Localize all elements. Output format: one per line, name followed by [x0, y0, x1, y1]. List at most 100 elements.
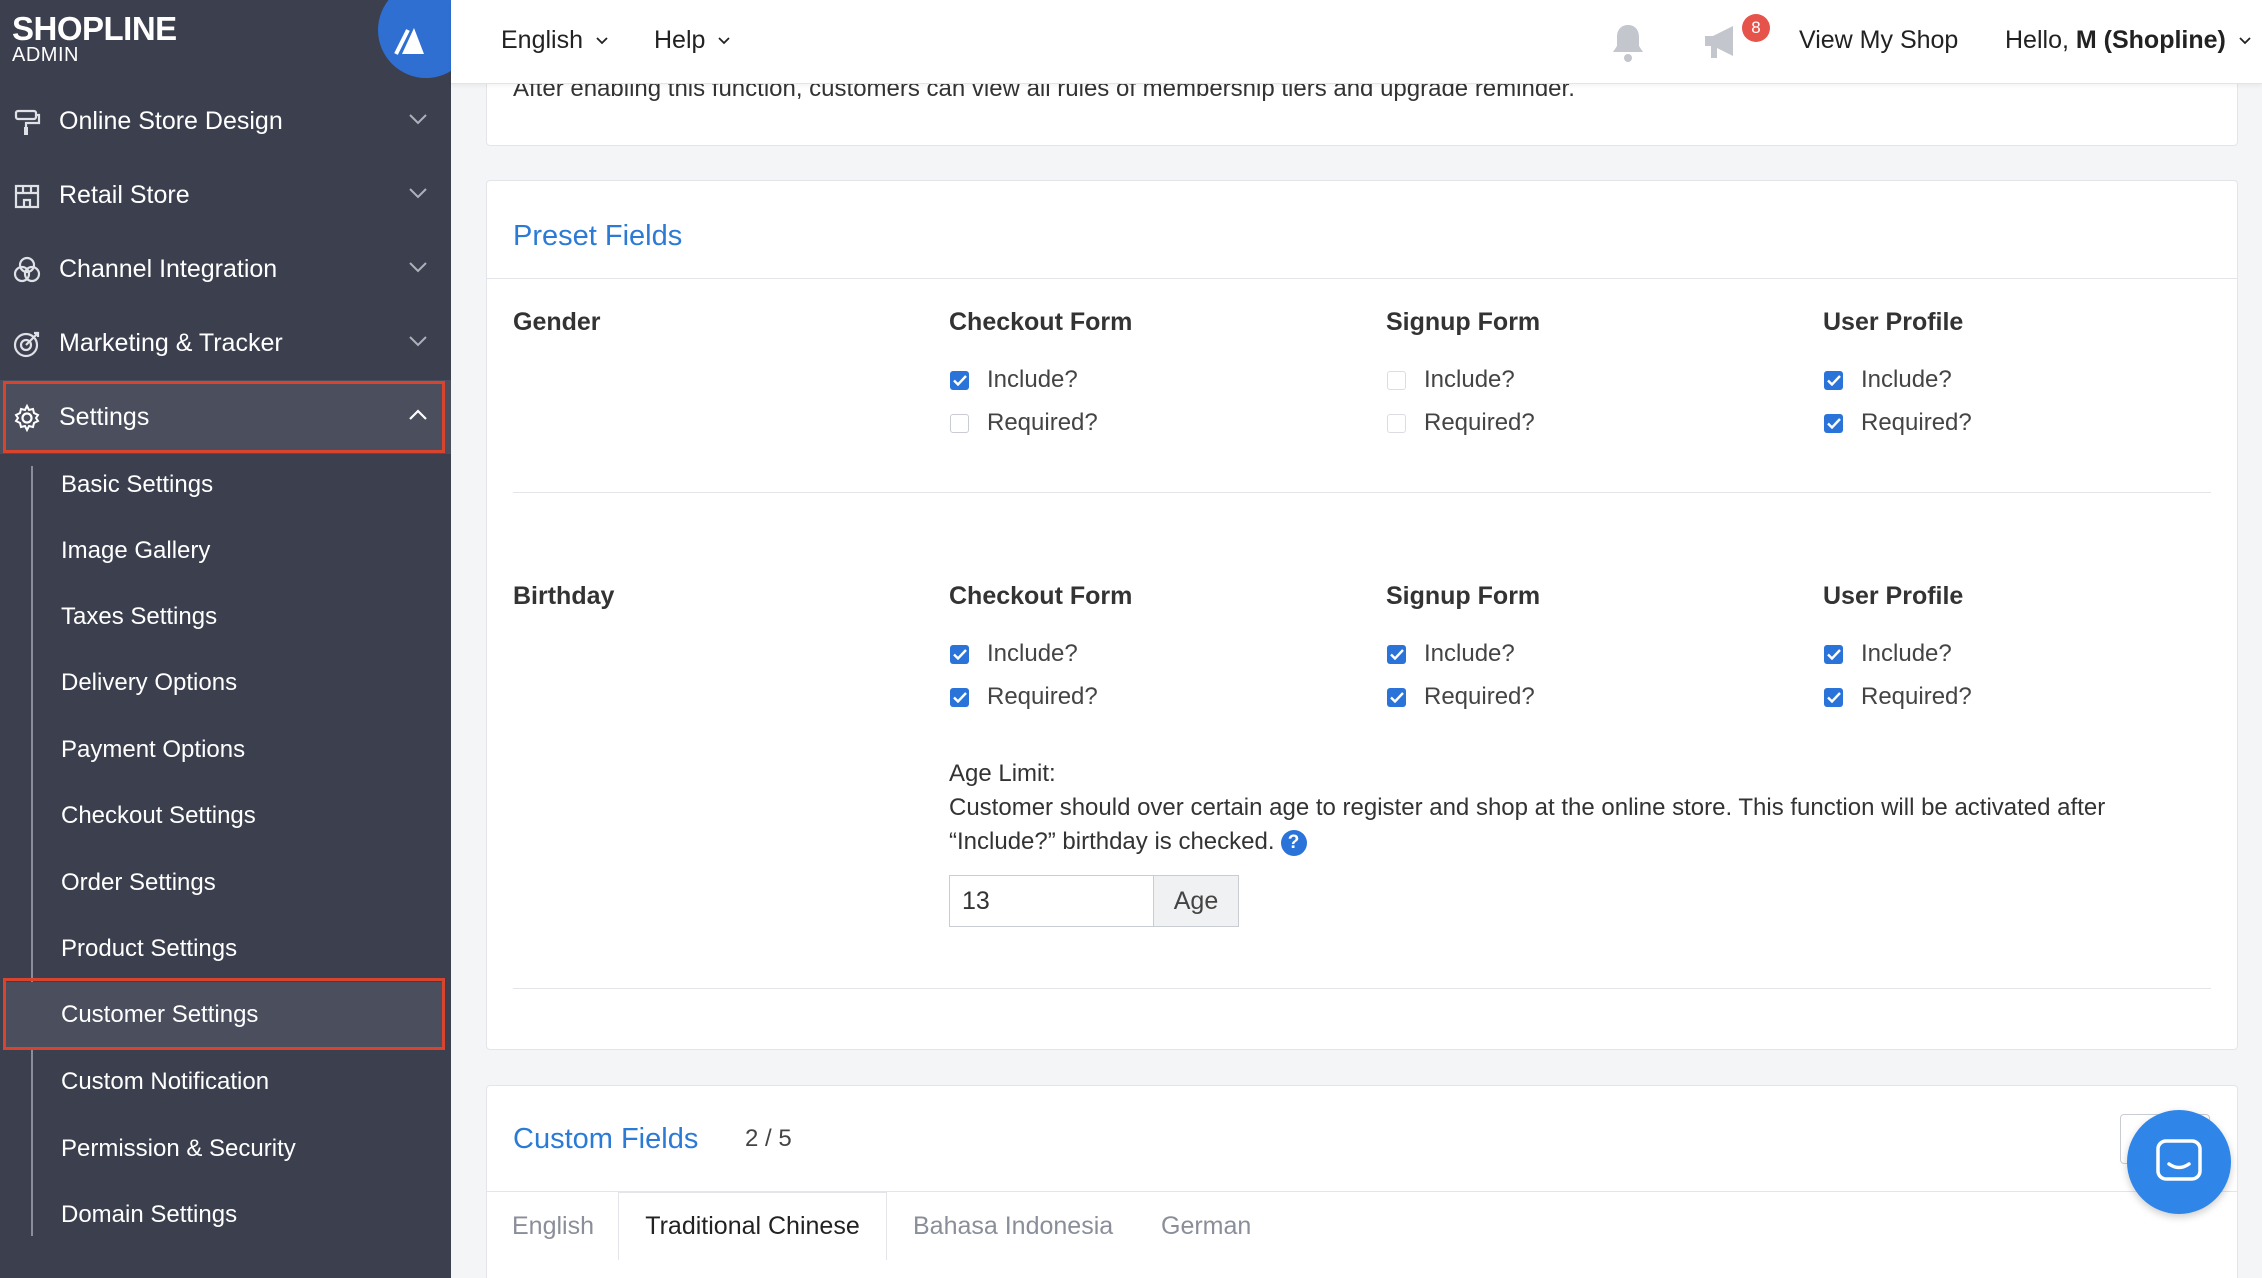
- sub-label: Taxes Settings: [61, 603, 218, 630]
- megaphone-icon[interactable]: [1701, 22, 1745, 62]
- sub-basic-settings[interactable]: Basic Settings: [33, 452, 451, 518]
- sub-custom-notification[interactable]: Custom Notification: [33, 1049, 451, 1115]
- topbar: English Help 8 View My Shop Hello, M (Sh…: [451, 0, 2262, 84]
- checkbox-checked-icon[interactable]: [950, 370, 969, 390]
- nav-settings[interactable]: Settings: [0, 380, 451, 454]
- gender-divider: [513, 492, 2211, 493]
- tab-traditional-chinese[interactable]: Traditional Chinese: [618, 1192, 887, 1260]
- sub-checkout-settings[interactable]: Checkout Settings: [33, 783, 451, 849]
- gender-checkout-required[interactable]: Required?: [950, 409, 1098, 437]
- gender-profile-required[interactable]: Required?: [1824, 409, 1972, 437]
- required-label: Required?: [1424, 409, 1535, 436]
- sub-order-settings[interactable]: Order Settings: [33, 850, 451, 916]
- chat-support-button[interactable]: [2127, 1110, 2231, 1214]
- view-my-shop-link[interactable]: View My Shop: [1799, 26, 1958, 55]
- checkbox-checked-icon[interactable]: [1387, 644, 1406, 664]
- checkbox-unchecked-icon[interactable]: [1387, 413, 1406, 433]
- required-label: Required?: [1424, 683, 1535, 710]
- include-label: Include?: [1424, 366, 1515, 393]
- greeting-text: Hello,: [2005, 26, 2069, 54]
- preset-fields-title: Preset Fields: [513, 220, 683, 252]
- language-dropdown[interactable]: English: [501, 26, 608, 55]
- sub-label: Permission & Security: [61, 1135, 296, 1162]
- brand-logo[interactable]: SHOPLINE ADMIN: [0, 0, 474, 84]
- gender-profile-include[interactable]: Include?: [1824, 366, 1952, 394]
- chevron-down-icon: [409, 188, 427, 199]
- birthday-checkout-include[interactable]: Include?: [950, 640, 1078, 668]
- checkbox-unchecked-icon[interactable]: [950, 413, 969, 433]
- help-icon[interactable]: ?: [1280, 829, 1307, 856]
- checkbox-checked-icon[interactable]: [1824, 644, 1843, 664]
- sub-permission-security[interactable]: Permission & Security: [33, 1116, 451, 1182]
- sub-product-settings[interactable]: Product Settings: [33, 916, 451, 982]
- checkbox-unchecked-icon[interactable]: [1387, 370, 1406, 390]
- sub-taxes-settings[interactable]: Taxes Settings: [33, 584, 451, 650]
- required-label: Required?: [1861, 409, 1972, 436]
- chat-icon: [2156, 1139, 2202, 1181]
- nav-online-store-design[interactable]: Online Store Design: [0, 84, 451, 158]
- preset-fields-card: [486, 180, 2238, 1050]
- sub-label: Domain Settings: [61, 1201, 238, 1228]
- age-unit-addon: Age: [1153, 875, 1239, 927]
- tab-bahasa-indonesia[interactable]: Bahasa Indonesia: [913, 1192, 1113, 1260]
- include-label: Include?: [1861, 366, 1952, 393]
- sub-delivery-options[interactable]: Delivery Options: [33, 650, 451, 716]
- paint-roller-icon: [14, 109, 41, 135]
- brand-name: SHOPLINE: [12, 10, 177, 47]
- checkbox-checked-icon[interactable]: [1824, 370, 1843, 390]
- nav-channel-integration[interactable]: Channel Integration: [0, 232, 451, 306]
- birthday-divider: [513, 988, 2211, 989]
- gender-profile-head: User Profile: [1823, 308, 1964, 336]
- help-dropdown[interactable]: Help: [654, 26, 731, 55]
- help-label: Help: [654, 26, 706, 54]
- sub-image-gallery[interactable]: Image Gallery: [33, 518, 451, 584]
- checkbox-checked-icon[interactable]: [950, 644, 969, 664]
- sub-label: Delivery Options: [61, 669, 238, 696]
- birthday-checkout-required[interactable]: Required?: [950, 683, 1098, 711]
- sub-domain-settings[interactable]: Domain Settings: [33, 1182, 451, 1248]
- checkbox-checked-icon[interactable]: [1824, 687, 1843, 707]
- bell-icon[interactable]: [1608, 22, 1648, 64]
- circles-icon: [13, 256, 41, 283]
- sub-customer-settings[interactable]: Customer Settings: [3, 982, 445, 1048]
- chevron-down-icon: [2239, 37, 2251, 45]
- sub-payment-options[interactable]: Payment Options: [33, 717, 451, 783]
- sub-label: Checkout Settings: [61, 802, 256, 829]
- tab-german[interactable]: German: [1161, 1192, 1251, 1260]
- gender-signup-include[interactable]: Include?: [1387, 366, 1515, 394]
- tab-english[interactable]: English: [512, 1192, 594, 1260]
- include-label: Include?: [987, 366, 1078, 393]
- sub-label: Payment Options: [61, 736, 246, 763]
- target-icon: [13, 331, 40, 358]
- checkbox-checked-icon[interactable]: [1387, 687, 1406, 707]
- sub-label: Product Settings: [61, 935, 238, 962]
- nav-marketing-tracker[interactable]: Marketing & Tracker: [0, 306, 451, 380]
- gender-checkout-include[interactable]: Include?: [950, 366, 1078, 394]
- gender-signup-head: Signup Form: [1386, 308, 1541, 336]
- birthday-profile-required[interactable]: Required?: [1824, 683, 1972, 711]
- required-label: Required?: [987, 409, 1098, 436]
- nav-label: Settings: [59, 402, 150, 431]
- user-menu[interactable]: Hello, M (Shopline): [2005, 26, 2251, 55]
- sub-label: Custom Notification: [61, 1068, 270, 1095]
- checkbox-checked-icon[interactable]: [1824, 413, 1843, 433]
- birthday-signup-include[interactable]: Include?: [1387, 640, 1515, 668]
- birthday-profile-head: User Profile: [1823, 582, 1964, 610]
- nav-label: Channel Integration: [59, 254, 278, 283]
- membership-card: After enabling this function, customers …: [486, 84, 2238, 146]
- gender-checkout-head: Checkout Form: [949, 308, 1133, 336]
- birthday-profile-include[interactable]: Include?: [1824, 640, 1952, 668]
- age-limit-input[interactable]: 13: [949, 875, 1153, 927]
- chevron-down-icon: [409, 114, 427, 125]
- sub-label: Order Settings: [61, 869, 216, 896]
- nav-label: Retail Store: [59, 180, 190, 209]
- checkbox-checked-icon[interactable]: [950, 687, 969, 707]
- gender-signup-required[interactable]: Required?: [1387, 409, 1535, 437]
- birthday-signup-required[interactable]: Required?: [1387, 683, 1535, 711]
- chevron-down-icon: [596, 37, 608, 45]
- age-limit-desc-text: “Include?” birthday is checked.: [949, 828, 1275, 855]
- sub-label: Basic Settings: [61, 471, 214, 498]
- nav-label: Online Store Design: [59, 106, 283, 135]
- nav-retail-store[interactable]: Retail Store: [0, 158, 451, 232]
- gear-icon: [14, 403, 40, 433]
